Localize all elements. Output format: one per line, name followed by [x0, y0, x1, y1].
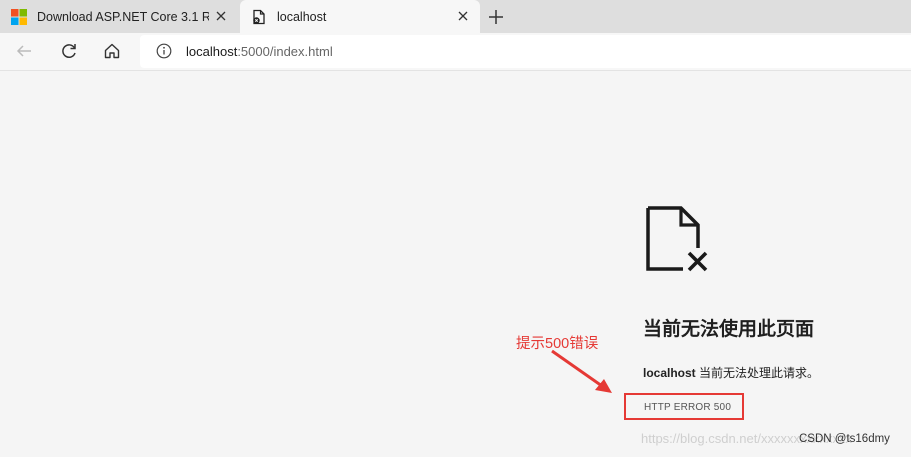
- error-host: localhost: [643, 366, 696, 380]
- url-path: :5000/index.html: [237, 44, 333, 59]
- watermark-credit: CSDN @ts16dmy: [799, 433, 890, 445]
- url-host: localhost: [186, 44, 238, 59]
- error-description: localhost 当前无法处理此请求。: [643, 364, 819, 381]
- home-icon[interactable]: [102, 41, 122, 61]
- close-icon[interactable]: [214, 9, 228, 23]
- back-arrow-icon[interactable]: [14, 41, 34, 61]
- tab-title: localhost: [277, 9, 327, 24]
- tab-title: Download ASP.NET Core 3.1 Runtime: [37, 9, 209, 24]
- annotation-arrow-icon: [551, 349, 612, 393]
- close-icon[interactable]: [456, 9, 470, 23]
- error-message: 当前无法处理此请求。: [695, 366, 820, 380]
- url-text[interactable]: localhost:5000/index.html: [186, 44, 333, 59]
- tab-download-aspnet[interactable]: Download ASP.NET Core 3.1 Runtime: [0, 0, 238, 33]
- browser-toolbar: localhost:5000/index.html: [0, 33, 911, 71]
- address-bar[interactable]: localhost:5000/index.html: [140, 35, 911, 68]
- tab-localhost[interactable]: localhost: [240, 0, 480, 33]
- new-tab-plus-icon[interactable]: [486, 7, 506, 27]
- error-page-icon: [253, 9, 265, 24]
- error-title: 当前无法使用此页面: [643, 319, 815, 340]
- site-info-icon[interactable]: [156, 43, 172, 59]
- microsoft-logo-icon: [11, 8, 27, 25]
- refresh-icon[interactable]: [59, 41, 79, 61]
- tab-strip: Download ASP.NET Core 3.1 Runtime localh…: [0, 0, 911, 33]
- broken-document-icon: [646, 206, 708, 272]
- annotation-highlight-box: [624, 393, 744, 420]
